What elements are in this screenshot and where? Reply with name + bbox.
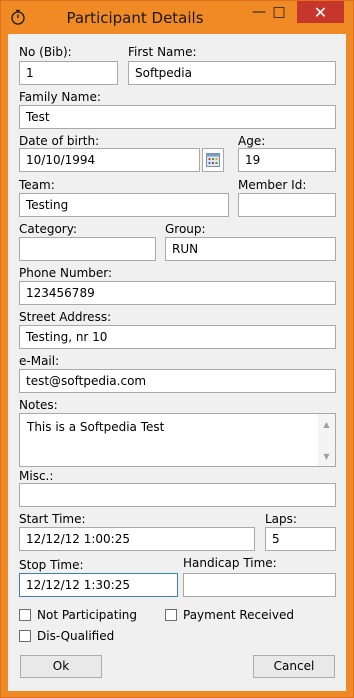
first-name-field[interactable]: Softpedia bbox=[128, 61, 336, 85]
email-label: e-Mail: bbox=[19, 354, 60, 368]
not-participating-checkbox[interactable] bbox=[19, 609, 31, 621]
member-id-field[interactable] bbox=[238, 193, 336, 217]
phone-label: Phone Number: bbox=[19, 266, 113, 280]
dialog-body: No (Bib): 1 First Name: Softpedia Family… bbox=[8, 34, 346, 691]
disqualified-label[interactable]: Dis-Qualified bbox=[37, 629, 114, 643]
date-picker-button[interactable] bbox=[202, 148, 224, 172]
group-label: Group: bbox=[165, 222, 206, 236]
team-field[interactable]: Testing bbox=[19, 193, 229, 217]
group-field[interactable]: RUN bbox=[165, 237, 336, 261]
laps-label: Laps: bbox=[265, 512, 297, 526]
notes-field[interactable]: This is a Softpedia Test ▲ ▼ bbox=[19, 413, 336, 467]
disqualified-checkbox[interactable] bbox=[19, 630, 31, 642]
email-field[interactable]: test@softpedia.com bbox=[19, 369, 336, 393]
date-of-birth-field[interactable]: 10/10/1994 bbox=[19, 148, 200, 172]
close-button[interactable]: ✕ bbox=[297, 1, 344, 23]
category-field[interactable] bbox=[19, 237, 156, 261]
scroll-up-icon[interactable]: ▲ bbox=[318, 416, 335, 432]
age-label: Age: bbox=[238, 134, 266, 148]
bib-label: No (Bib): bbox=[19, 45, 72, 59]
stop-time-field[interactable]: 12/12/12 1:30:25 bbox=[19, 573, 178, 597]
date-of-birth-label: Date of birth: bbox=[19, 134, 100, 148]
team-label: Team: bbox=[19, 178, 55, 192]
payment-received-checkbox[interactable] bbox=[165, 609, 177, 621]
not-participating-label[interactable]: Not Participating bbox=[37, 608, 137, 622]
payment-received-label[interactable]: Payment Received bbox=[183, 608, 294, 622]
notes-label: Notes: bbox=[19, 398, 58, 412]
stop-time-label: Stop Time: bbox=[19, 558, 84, 572]
title-bar[interactable]: Participant Details — □ ✕ bbox=[1, 1, 353, 34]
family-name-label: Family Name: bbox=[19, 90, 101, 104]
calendar-icon bbox=[206, 153, 220, 170]
start-time-field[interactable]: 12/12/12 1:00:25 bbox=[19, 527, 255, 551]
cancel-button[interactable]: Cancel bbox=[253, 655, 335, 678]
street-address-label: Street Address: bbox=[19, 310, 112, 324]
handicap-time-field[interactable] bbox=[183, 573, 336, 597]
misc-label: Misc.: bbox=[19, 469, 54, 483]
first-name-label: First Name: bbox=[128, 45, 197, 59]
window-title: Participant Details bbox=[66, 9, 204, 27]
laps-field[interactable]: 5 bbox=[265, 527, 336, 551]
family-name-field[interactable]: Test bbox=[19, 105, 336, 129]
phone-field[interactable]: 123456789 bbox=[19, 281, 336, 305]
start-time-label: Start Time: bbox=[19, 512, 86, 526]
category-label: Category: bbox=[19, 222, 77, 236]
age-field[interactable]: 19 bbox=[238, 148, 336, 172]
scroll-down-icon[interactable]: ▼ bbox=[318, 448, 335, 464]
participant-details-window: Participant Details — □ ✕ No (Bib): 1 Fi… bbox=[0, 0, 354, 698]
bib-field[interactable]: 1 bbox=[19, 61, 118, 85]
misc-field[interactable] bbox=[19, 483, 336, 507]
maximize-button[interactable]: □ bbox=[265, 1, 293, 23]
notes-scrollbar[interactable]: ▲ ▼ bbox=[318, 414, 335, 466]
member-id-label: Member Id: bbox=[238, 178, 307, 192]
ok-button[interactable]: Ok bbox=[20, 655, 102, 678]
street-address-field[interactable]: Testing, nr 10 bbox=[19, 325, 336, 349]
handicap-time-label: Handicap Time: bbox=[183, 556, 277, 570]
notes-text: This is a Softpedia Test bbox=[27, 420, 165, 434]
